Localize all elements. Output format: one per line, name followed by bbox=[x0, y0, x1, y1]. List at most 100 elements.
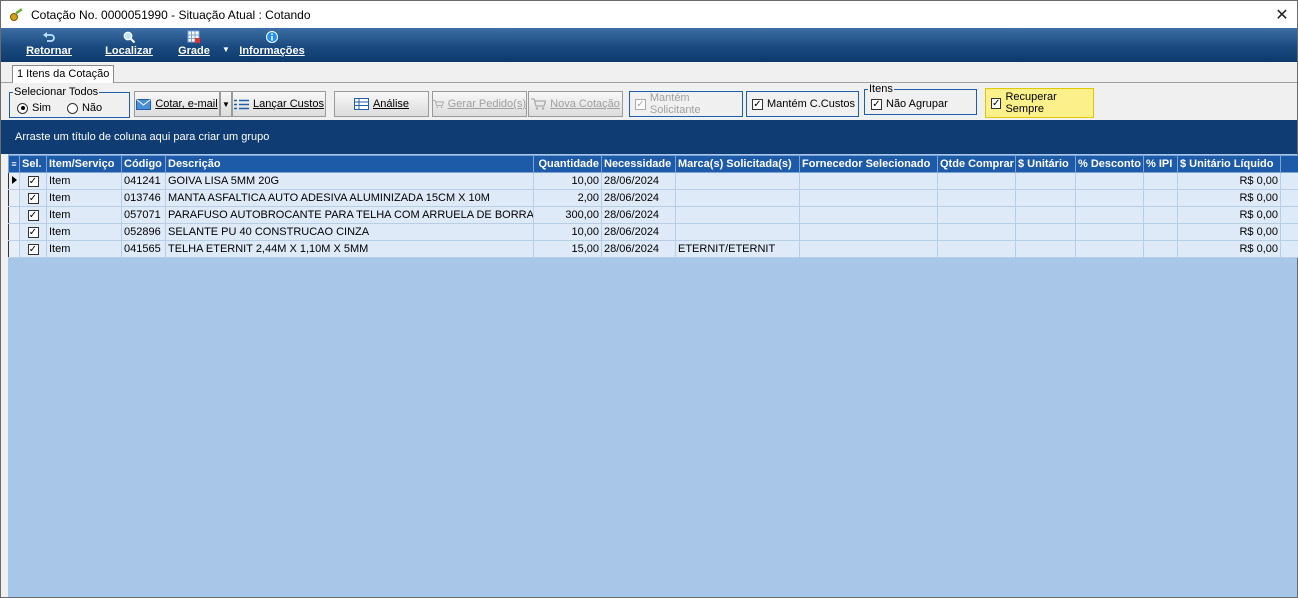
cell-qtde-comprar[interactable] bbox=[937, 223, 1016, 241]
cell-ipi[interactable] bbox=[1143, 223, 1178, 241]
row-select-cell[interactable]: ✓ bbox=[19, 206, 47, 224]
cell-tipo[interactable]: Item bbox=[46, 223, 122, 241]
cell-fornecedor[interactable] bbox=[799, 223, 938, 241]
cell-desconto[interactable] bbox=[1075, 206, 1144, 224]
cell-tipo[interactable]: Item bbox=[46, 189, 122, 207]
cell-unitario-liquido[interactable]: R$ 0,00 bbox=[1177, 223, 1281, 241]
row-select-checkbox[interactable]: ✓ bbox=[27, 210, 39, 221]
cell-quantidade[interactable]: 10,00 bbox=[533, 172, 602, 190]
cell-unitario-liquido[interactable]: R$ 0,00 bbox=[1177, 206, 1281, 224]
cell-tipo[interactable]: Item bbox=[46, 206, 122, 224]
row-indicator[interactable] bbox=[8, 223, 20, 241]
cell-descricao[interactable]: PARAFUSO AUTOBROCANTE PARA TELHA COM ARR… bbox=[165, 206, 534, 224]
cell-unitario[interactable] bbox=[1015, 189, 1076, 207]
cell-unitario[interactable] bbox=[1015, 240, 1076, 258]
table-row[interactable]: ✓ Item 041565 TELHA ETERNIT 2,44M X 1,10M X… bbox=[8, 240, 1298, 258]
cell-necessidade[interactable]: 28/06/2024 bbox=[601, 223, 676, 241]
row-select-cell[interactable]: ✓ bbox=[19, 189, 47, 207]
radio-nao[interactable]: Não bbox=[66, 102, 102, 114]
gerar-pedido-button[interactable]: Gerar Pedido(s) bbox=[432, 91, 527, 117]
cell-quantidade[interactable]: 15,00 bbox=[533, 240, 602, 258]
cell-unitario[interactable] bbox=[1015, 206, 1076, 224]
tab-itens-cotacao[interactable]: 1 Itens da Cotação bbox=[12, 65, 115, 84]
cell-ipi[interactable] bbox=[1143, 172, 1178, 190]
cell-desconto[interactable] bbox=[1075, 223, 1144, 241]
cell-fornecedor[interactable] bbox=[799, 172, 938, 190]
cotar-email-button[interactable]: Cotar, e-mail bbox=[134, 91, 220, 117]
radio-sim[interactable]: Sim bbox=[17, 102, 51, 114]
row-indicator[interactable] bbox=[8, 206, 20, 224]
cell-fornecedor[interactable] bbox=[799, 206, 938, 224]
cell-descricao[interactable]: SELANTE PU 40 CONSTRUCAO CINZA bbox=[165, 223, 534, 241]
cell-extra[interactable]: R bbox=[1280, 172, 1298, 190]
row-select-checkbox[interactable]: ✓ bbox=[27, 176, 39, 187]
cell-extra[interactable]: R bbox=[1280, 240, 1298, 258]
retornar-button[interactable]: Retornar bbox=[23, 30, 75, 62]
group-by-panel[interactable]: Arraste um título de coluna aqui para cr… bbox=[1, 120, 1297, 154]
cell-codigo[interactable]: 057071 bbox=[121, 206, 166, 224]
row-select-cell[interactable]: ✓ bbox=[19, 240, 47, 258]
cell-marca[interactable]: ETERNIT/ETERNIT bbox=[675, 240, 800, 258]
table-row[interactable]: ✓ Item 041241 GOIVA LISA 5MM 20G 10,00 28/06/… bbox=[8, 172, 1298, 190]
cell-codigo[interactable]: 052896 bbox=[121, 223, 166, 241]
cell-marca[interactable] bbox=[675, 223, 800, 241]
col-unitario-liquido[interactable]: $ Unitário Líquido bbox=[1177, 155, 1281, 173]
row-indicator[interactable] bbox=[8, 240, 20, 258]
cell-codigo[interactable]: 013746 bbox=[121, 189, 166, 207]
cell-unitario-liquido[interactable]: R$ 0,00 bbox=[1177, 172, 1281, 190]
cell-unitario[interactable] bbox=[1015, 172, 1076, 190]
close-button[interactable]: ✕ bbox=[1271, 4, 1293, 26]
cotar-email-dropdown[interactable]: ▼ bbox=[220, 91, 232, 117]
row-select-checkbox[interactable]: ✓ bbox=[27, 193, 39, 204]
informacoes-button[interactable]: Informações bbox=[237, 30, 307, 62]
col-desconto[interactable]: % Desconto bbox=[1075, 155, 1144, 173]
row-indicator[interactable] bbox=[8, 172, 20, 190]
cell-marca[interactable] bbox=[675, 206, 800, 224]
cell-descricao[interactable]: MANTA ASFALTICA AUTO ADESIVA ALUMINIZADA… bbox=[165, 189, 534, 207]
nova-cotacao-button[interactable]: Nova Cotação bbox=[528, 91, 623, 117]
localizar-button[interactable]: Localizar bbox=[103, 30, 155, 62]
col-qtde-comprar[interactable]: Qtde Comprar bbox=[937, 155, 1016, 173]
cell-descricao[interactable]: GOIVA LISA 5MM 20G bbox=[165, 172, 534, 190]
col-codigo[interactable]: Código bbox=[121, 155, 166, 173]
row-indicator[interactable] bbox=[8, 189, 20, 207]
col-necessidade[interactable]: Necessidade bbox=[601, 155, 676, 173]
cell-tipo[interactable]: Item bbox=[46, 172, 122, 190]
table-row[interactable]: ✓ Item 052896 SELANTE PU 40 CONSTRUCAO CINZ… bbox=[8, 223, 1298, 241]
cell-tipo[interactable]: Item bbox=[46, 240, 122, 258]
row-select-cell[interactable]: ✓ bbox=[19, 223, 47, 241]
cell-necessidade[interactable]: 28/06/2024 bbox=[601, 172, 676, 190]
grade-button[interactable]: Grade bbox=[176, 30, 212, 62]
cell-codigo[interactable]: 041565 bbox=[121, 240, 166, 258]
nao-agrupar-checkbox[interactable]: ✓ Não Agrupar bbox=[871, 98, 948, 110]
grade-dropdown-arrow[interactable]: ▼ bbox=[222, 45, 230, 54]
cell-ipi[interactable] bbox=[1143, 189, 1178, 207]
cell-extra[interactable]: R bbox=[1280, 223, 1298, 241]
cell-necessidade[interactable]: 28/06/2024 bbox=[601, 206, 676, 224]
cell-desconto[interactable] bbox=[1075, 172, 1144, 190]
col-quantidade[interactable]: Quantidade bbox=[533, 155, 602, 173]
row-select-checkbox[interactable]: ✓ bbox=[27, 227, 39, 238]
column-chooser[interactable]: ≡ bbox=[8, 155, 20, 173]
table-row[interactable]: ✓ Item 013746 MANTA ASFALTICA AUTO ADESIVA … bbox=[8, 189, 1298, 207]
col-ipi[interactable]: % IPI bbox=[1143, 155, 1178, 173]
cell-quantidade[interactable]: 300,00 bbox=[533, 206, 602, 224]
cell-fornecedor[interactable] bbox=[799, 189, 938, 207]
cell-marca[interactable] bbox=[675, 172, 800, 190]
cell-necessidade[interactable]: 28/06/2024 bbox=[601, 189, 676, 207]
cell-extra[interactable]: R bbox=[1280, 189, 1298, 207]
cell-desconto[interactable] bbox=[1075, 189, 1144, 207]
table-row[interactable]: ✓ Item 057071 PARAFUSO AUTOBROCANTE PARA TE… bbox=[8, 206, 1298, 224]
mantem-ccustos-checkbox[interactable]: ✓ Mantém C.Custos bbox=[746, 91, 859, 117]
cell-extra[interactable]: R bbox=[1280, 206, 1298, 224]
cell-quantidade[interactable]: 2,00 bbox=[533, 189, 602, 207]
cell-descricao[interactable]: TELHA ETERNIT 2,44M X 1,10M X 5MM bbox=[165, 240, 534, 258]
cell-desconto[interactable] bbox=[1075, 240, 1144, 258]
col-item-servico[interactable]: Item/Serviço bbox=[46, 155, 122, 173]
recuperar-sempre-checkbox[interactable]: ✓ Recuperar Sempre bbox=[985, 88, 1094, 118]
col-descricao[interactable]: Descrição bbox=[165, 155, 534, 173]
cell-unitario-liquido[interactable]: R$ 0,00 bbox=[1177, 189, 1281, 207]
cell-unitario-liquido[interactable]: R$ 0,00 bbox=[1177, 240, 1281, 258]
cell-qtde-comprar[interactable] bbox=[937, 240, 1016, 258]
lancar-custos-button[interactable]: Lançar Custos bbox=[232, 91, 326, 117]
